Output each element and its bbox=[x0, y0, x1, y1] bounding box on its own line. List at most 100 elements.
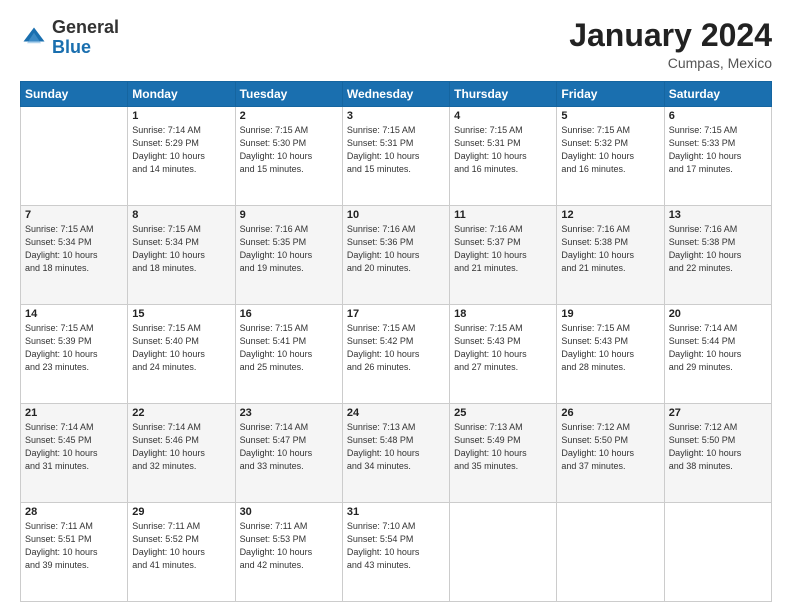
logo-text: General Blue bbox=[52, 18, 119, 58]
day-info: Sunrise: 7:15 AMSunset: 5:40 PMDaylight:… bbox=[132, 322, 230, 374]
month-title: January 2024 bbox=[569, 18, 772, 53]
day-info: Sunrise: 7:16 AMSunset: 5:35 PMDaylight:… bbox=[240, 223, 338, 275]
day-info: Sunrise: 7:15 AMSunset: 5:31 PMDaylight:… bbox=[454, 124, 552, 176]
weekday-header-row: SundayMondayTuesdayWednesdayThursdayFrid… bbox=[21, 82, 772, 107]
day-number: 29 bbox=[132, 506, 230, 518]
header: General Blue January 2024 Cumpas, Mexico bbox=[20, 18, 772, 71]
day-number: 10 bbox=[347, 209, 445, 221]
logo-icon bbox=[20, 24, 48, 52]
day-number: 6 bbox=[669, 110, 767, 122]
day-info: Sunrise: 7:15 AMSunset: 5:32 PMDaylight:… bbox=[561, 124, 659, 176]
calendar-cell: 10 Sunrise: 7:16 AMSunset: 5:36 PMDayligh… bbox=[342, 206, 449, 305]
calendar-cell: 16Sunrise: 7:15 AMSunset: 5:41 PMDayligh… bbox=[235, 305, 342, 404]
weekday-monday: Monday bbox=[128, 82, 235, 107]
calendar-cell: 2Sunrise: 7:15 AMSunset: 5:30 PMDaylight… bbox=[235, 107, 342, 206]
day-info: Sunrise: 7:13 AMSunset: 5:48 PMDaylight:… bbox=[347, 421, 445, 473]
day-number: 18 bbox=[454, 308, 552, 320]
calendar-cell: 9 Sunrise: 7:16 AMSunset: 5:35 PMDaylight… bbox=[235, 206, 342, 305]
day-number: 13 bbox=[669, 209, 767, 221]
calendar-cell: 26Sunrise: 7:12 AMSunset: 5:50 PMDayligh… bbox=[557, 404, 664, 503]
calendar-week-row: 14Sunrise: 7:15 AMSunset: 5:39 PMDayligh… bbox=[21, 305, 772, 404]
day-info: Sunrise: 7:15 AMSunset: 5:31 PMDaylight:… bbox=[347, 124, 445, 176]
day-number: 11 bbox=[454, 209, 552, 221]
calendar-cell: 15 Sunrise: 7:15 AMSunset: 5:40 PMDayligh… bbox=[128, 305, 235, 404]
day-info: Sunrise: 7:11 AMSunset: 5:51 PMDaylight:… bbox=[25, 520, 123, 572]
day-info: Sunrise: 7:15 AMSunset: 5:34 PMDaylight:… bbox=[132, 223, 230, 275]
logo: General Blue bbox=[20, 18, 119, 58]
day-number: 3 bbox=[347, 110, 445, 122]
calendar-cell: 13 Sunrise: 7:16 AMSunset: 5:38 PMDayligh… bbox=[664, 206, 771, 305]
day-info: Sunrise: 7:16 AMSunset: 5:38 PMDaylight:… bbox=[669, 223, 767, 275]
day-info: Sunrise: 7:12 AMSunset: 5:50 PMDaylight:… bbox=[669, 421, 767, 473]
calendar-cell: 25 Sunrise: 7:13 AMSunset: 5:49 PMDayligh… bbox=[450, 404, 557, 503]
weekday-thursday: Thursday bbox=[450, 82, 557, 107]
calendar-week-row: 7 Sunrise: 7:15 AMSunset: 5:34 PMDaylight… bbox=[21, 206, 772, 305]
weekday-saturday: Saturday bbox=[664, 82, 771, 107]
day-info: Sunrise: 7:15 AMSunset: 5:33 PMDaylight:… bbox=[669, 124, 767, 176]
weekday-friday: Friday bbox=[557, 82, 664, 107]
calendar-week-row: 28 Sunrise: 7:11 AMSunset: 5:51 PMDayligh… bbox=[21, 503, 772, 602]
calendar-cell: 11 Sunrise: 7:16 AMSunset: 5:37 PMDayligh… bbox=[450, 206, 557, 305]
day-number: 9 bbox=[240, 209, 338, 221]
calendar-cell: 1Sunrise: 7:14 AMSunset: 5:29 PMDaylight… bbox=[128, 107, 235, 206]
calendar-cell: 18 Sunrise: 7:15 AMSunset: 5:43 PMDayligh… bbox=[450, 305, 557, 404]
day-info: Sunrise: 7:15 AMSunset: 5:34 PMDaylight:… bbox=[25, 223, 123, 275]
day-number: 12 bbox=[561, 209, 659, 221]
day-number: 30 bbox=[240, 506, 338, 518]
day-info: Sunrise: 7:14 AMSunset: 5:45 PMDaylight:… bbox=[25, 421, 123, 473]
calendar-cell: 14Sunrise: 7:15 AMSunset: 5:39 PMDayligh… bbox=[21, 305, 128, 404]
location: Cumpas, Mexico bbox=[569, 55, 772, 71]
calendar-cell: 7 Sunrise: 7:15 AMSunset: 5:34 PMDaylight… bbox=[21, 206, 128, 305]
day-number: 4 bbox=[454, 110, 552, 122]
page: General Blue January 2024 Cumpas, Mexico… bbox=[0, 0, 792, 612]
day-info: Sunrise: 7:13 AMSunset: 5:49 PMDaylight:… bbox=[454, 421, 552, 473]
day-number: 28 bbox=[25, 506, 123, 518]
calendar-cell bbox=[664, 503, 771, 602]
day-info: Sunrise: 7:16 AMSunset: 5:36 PMDaylight:… bbox=[347, 223, 445, 275]
day-info: Sunrise: 7:14 AMSunset: 5:44 PMDaylight:… bbox=[669, 322, 767, 374]
day-info: Sunrise: 7:16 AMSunset: 5:38 PMDaylight:… bbox=[561, 223, 659, 275]
day-number: 21 bbox=[25, 407, 123, 419]
day-number: 31 bbox=[347, 506, 445, 518]
weekday-sunday: Sunday bbox=[21, 82, 128, 107]
calendar-cell: 20Sunrise: 7:14 AMSunset: 5:44 PMDayligh… bbox=[664, 305, 771, 404]
day-number: 14 bbox=[25, 308, 123, 320]
day-info: Sunrise: 7:15 AMSunset: 5:41 PMDaylight:… bbox=[240, 322, 338, 374]
day-number: 22 bbox=[132, 407, 230, 419]
day-number: 7 bbox=[25, 209, 123, 221]
weekday-wednesday: Wednesday bbox=[342, 82, 449, 107]
day-number: 27 bbox=[669, 407, 767, 419]
day-info: Sunrise: 7:14 AMSunset: 5:47 PMDaylight:… bbox=[240, 421, 338, 473]
calendar-cell: 5 Sunrise: 7:15 AMSunset: 5:32 PMDaylight… bbox=[557, 107, 664, 206]
calendar-cell: 30 Sunrise: 7:11 AMSunset: 5:53 PMDayligh… bbox=[235, 503, 342, 602]
calendar-cell: 6 Sunrise: 7:15 AMSunset: 5:33 PMDaylight… bbox=[664, 107, 771, 206]
day-info: Sunrise: 7:10 AMSunset: 5:54 PMDaylight:… bbox=[347, 520, 445, 572]
calendar-table: SundayMondayTuesdayWednesdayThursdayFrid… bbox=[20, 81, 772, 602]
day-number: 17 bbox=[347, 308, 445, 320]
calendar-cell bbox=[557, 503, 664, 602]
day-info: Sunrise: 7:15 AMSunset: 5:43 PMDaylight:… bbox=[561, 322, 659, 374]
day-info: Sunrise: 7:15 AMSunset: 5:43 PMDaylight:… bbox=[454, 322, 552, 374]
day-number: 25 bbox=[454, 407, 552, 419]
calendar-cell: 31 Sunrise: 7:10 AMSunset: 5:54 PMDayligh… bbox=[342, 503, 449, 602]
day-number: 15 bbox=[132, 308, 230, 320]
calendar-week-row: 1Sunrise: 7:14 AMSunset: 5:29 PMDaylight… bbox=[21, 107, 772, 206]
day-info: Sunrise: 7:14 AMSunset: 5:29 PMDaylight:… bbox=[132, 124, 230, 176]
day-number: 8 bbox=[132, 209, 230, 221]
day-number: 23 bbox=[240, 407, 338, 419]
day-number: 19 bbox=[561, 308, 659, 320]
calendar-cell: 23 Sunrise: 7:14 AMSunset: 5:47 PMDayligh… bbox=[235, 404, 342, 503]
day-info: Sunrise: 7:11 AMSunset: 5:52 PMDaylight:… bbox=[132, 520, 230, 572]
day-number: 5 bbox=[561, 110, 659, 122]
day-info: Sunrise: 7:14 AMSunset: 5:46 PMDaylight:… bbox=[132, 421, 230, 473]
day-info: Sunrise: 7:12 AMSunset: 5:50 PMDaylight:… bbox=[561, 421, 659, 473]
day-info: Sunrise: 7:11 AMSunset: 5:53 PMDaylight:… bbox=[240, 520, 338, 572]
calendar-cell: 28 Sunrise: 7:11 AMSunset: 5:51 PMDayligh… bbox=[21, 503, 128, 602]
calendar-week-row: 21 Sunrise: 7:14 AMSunset: 5:45 PMDayligh… bbox=[21, 404, 772, 503]
calendar-cell: 29 Sunrise: 7:11 AMSunset: 5:52 PMDayligh… bbox=[128, 503, 235, 602]
calendar-cell bbox=[450, 503, 557, 602]
logo-general-text: General bbox=[52, 17, 119, 37]
calendar-cell: 8 Sunrise: 7:15 AMSunset: 5:34 PMDaylight… bbox=[128, 206, 235, 305]
day-info: Sunrise: 7:16 AMSunset: 5:37 PMDaylight:… bbox=[454, 223, 552, 275]
calendar-cell: 4 Sunrise: 7:15 AMSunset: 5:31 PMDaylight… bbox=[450, 107, 557, 206]
